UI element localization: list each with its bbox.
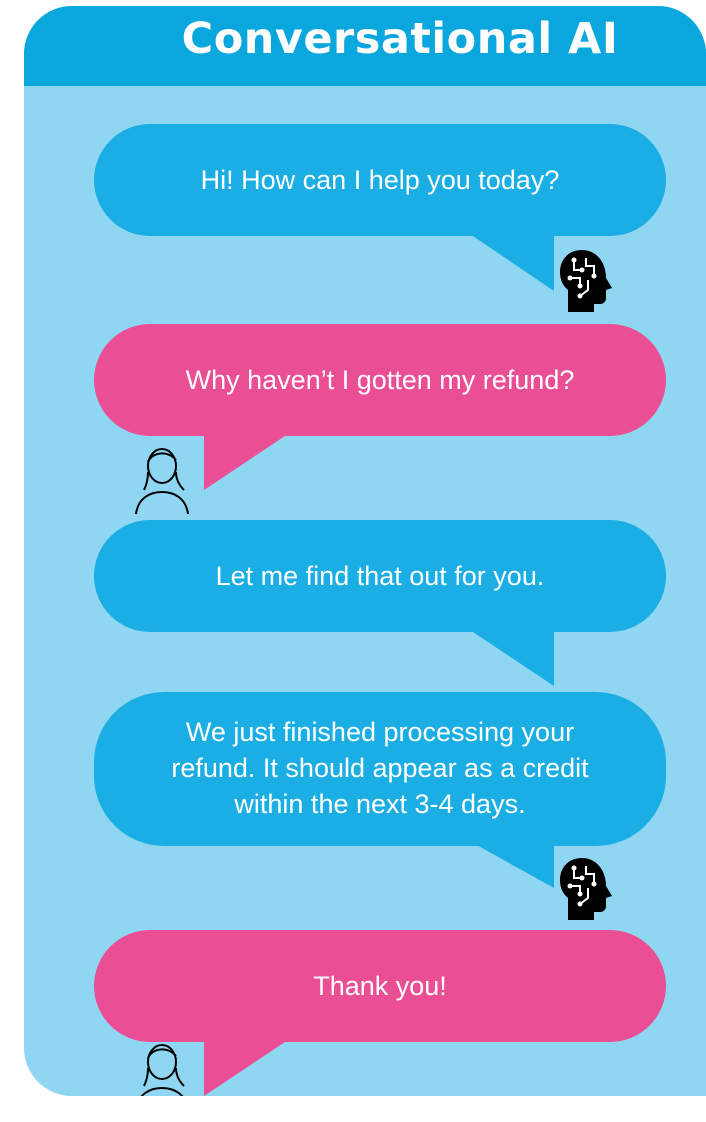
- message-bubble-user: [94, 324, 666, 490]
- message-line: within the next 3-4 days.: [234, 789, 526, 819]
- message-text: Why haven’t I gotten my refund?: [94, 362, 666, 398]
- message-line: refund. It should appear as a credit: [171, 753, 589, 783]
- ai-head-icon: [560, 250, 612, 312]
- message-text: We just finished processing your refund.…: [94, 714, 666, 822]
- message-line: Why haven’t I gotten my refund?: [185, 365, 575, 395]
- chat-card: Conversational AI Hi! How can I help you…: [24, 6, 706, 1096]
- message-text: Let me find that out for you.: [94, 558, 666, 594]
- user-outline-icon: [140, 1044, 185, 1096]
- user-outline-icon: [135, 448, 189, 515]
- message-text: Thank you!: [94, 968, 666, 1004]
- message-line: Thank you!: [313, 971, 447, 1001]
- message-line: We just finished processing your: [185, 717, 575, 747]
- message-bubble-bot: [94, 520, 666, 686]
- message-line: Let me find that out for you.: [215, 561, 545, 591]
- message-bubble-user: [94, 930, 666, 1096]
- message-line: Hi! How can I help you today?: [200, 165, 560, 195]
- message-text: Hi! How can I help you today?: [94, 162, 666, 198]
- ai-head-icon: [560, 858, 612, 920]
